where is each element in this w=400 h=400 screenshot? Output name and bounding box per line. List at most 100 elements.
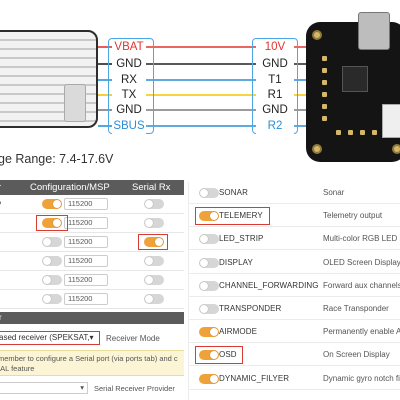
feature-name: TRANSPONDER xyxy=(219,304,282,313)
feature-name: AIRMODE xyxy=(219,327,258,337)
msp-baud-select[interactable]: 115200 xyxy=(64,293,108,305)
serial-provider-row: ▾ Serial Receiver Provider xyxy=(0,380,184,396)
feature-toggle[interactable] xyxy=(199,188,219,198)
feature-toggle[interactable] xyxy=(199,327,219,338)
feature-row: DISPLAY OLED Screen Display xyxy=(189,252,400,274)
port-row: 115200 xyxy=(0,252,184,271)
feature-row: TRANSPONDER Race Transponder xyxy=(189,298,400,320)
feature-name: CHANNEL_FORWARDING xyxy=(219,280,319,290)
receiver-mode-label: Receiver Mode xyxy=(106,334,160,343)
usb-c-port xyxy=(358,12,390,50)
msp-toggle[interactable] xyxy=(42,275,62,285)
msp-baud-select[interactable]: 115200 xyxy=(64,236,108,248)
solder-pad xyxy=(322,56,327,61)
feature-name: LED_STRIP xyxy=(219,234,264,244)
receiver-pin-label: TX xyxy=(112,88,146,103)
feature-toggle[interactable] xyxy=(199,304,219,314)
receiver-pin-label: GND xyxy=(112,103,146,118)
feature-highlight-box xyxy=(195,207,271,226)
feature-description: Telemetry output xyxy=(323,211,383,221)
msp-toggle[interactable] xyxy=(42,199,62,209)
fc-pin-label: GND xyxy=(256,57,294,72)
msp-toggle[interactable] xyxy=(42,294,62,304)
solder-pad xyxy=(372,130,377,135)
feature-toggle[interactable] xyxy=(199,257,219,268)
feature-description: Permanently enable Ai xyxy=(323,327,400,337)
serial-provider-label: Serial Receiver Provider xyxy=(94,384,175,393)
feature-name: DISPLAY xyxy=(219,257,253,267)
ports-table-header: r Configuration/MSP Serial Rx xyxy=(0,180,184,195)
column-header-identifier: r xyxy=(0,182,1,193)
feature-toggle[interactable] xyxy=(199,373,219,384)
feature-toggle[interactable] xyxy=(199,234,219,245)
note-line-2: IAL feature xyxy=(0,364,35,373)
port-row: 115200 xyxy=(0,233,184,252)
receiver-pin-label: GND xyxy=(112,57,146,72)
feature-row: DYNAMIC_FILYER Dynamic gyro notch filt xyxy=(189,368,400,390)
receiver-pin-label: RX xyxy=(112,73,146,88)
solder-pad xyxy=(322,116,327,121)
receiver-section-header: r xyxy=(0,312,184,324)
receiver-mode-select[interactable]: ased receiver (SPEKSAT,▾ xyxy=(0,331,100,345)
feature-name: DYNAMIC_FILYER xyxy=(219,373,290,383)
feature-row: OSD On Screen Display xyxy=(189,344,400,367)
column-header-serial-rx: Serial Rx xyxy=(132,182,171,193)
feature-row: AIRMODE Permanently enable Ai xyxy=(189,321,400,344)
solder-pad xyxy=(348,130,353,135)
solder-pad xyxy=(322,80,327,85)
feature-row: LED_STRIP Multi-color RGB LED s xyxy=(189,228,400,251)
flight-controller-image xyxy=(306,12,400,162)
feature-description: Dynamic gyro notch filt xyxy=(323,373,400,383)
feature-description: On Screen Display xyxy=(323,350,390,360)
serial-rx-toggle[interactable] xyxy=(144,294,164,304)
serial-rx-toggle[interactable] xyxy=(144,256,164,266)
receiver-mode-row: ased receiver (SPEKSAT,▾ Receiver Mode xyxy=(0,328,184,348)
msp-toggle[interactable] xyxy=(42,256,62,266)
feature-description: Sonar xyxy=(323,188,345,197)
features-panel: SONAR Sonar TELEMERY Telemetry output LED_ST… xyxy=(188,182,400,400)
receiver-pin-label: SBUS xyxy=(112,119,146,134)
voltage-range-text: ge Range: 7.4-17.6V xyxy=(0,152,114,166)
port-identifier: P xyxy=(0,200,1,209)
mount-hole xyxy=(392,144,400,154)
fc-pin-label: T1 xyxy=(256,73,294,88)
mount-hole xyxy=(312,144,322,154)
ports-panel: r Configuration/MSP Serial Rx P 115200 115… xyxy=(0,180,184,400)
feature-description: Race Transponder xyxy=(323,304,389,313)
note-line-1: member to configure a Serial port (via p… xyxy=(0,354,178,363)
serial-rx-toggle[interactable] xyxy=(144,199,164,209)
solder-pad xyxy=(322,68,327,73)
msp-baud-select[interactable]: 115200 xyxy=(64,255,108,267)
msp-baud-select[interactable]: 115200 xyxy=(64,198,108,210)
feature-row: CHANNEL_FORWARDING Forward aux channels xyxy=(189,275,400,297)
solder-pad xyxy=(322,92,327,97)
column-header-msp: Configuration/MSP xyxy=(30,182,110,193)
serial-rx-toggle[interactable] xyxy=(144,218,164,228)
feature-description: OLED Screen Display xyxy=(323,257,400,267)
fc-side-connector xyxy=(382,104,400,138)
feature-description: Multi-color RGB LED s xyxy=(323,234,400,244)
port-row: P 115200 xyxy=(0,195,184,214)
feature-name: SONAR xyxy=(219,188,248,197)
feature-highlight-box xyxy=(195,346,244,365)
fc-pin-label: 10V xyxy=(256,40,294,55)
fc-pin-label: R2 xyxy=(256,119,294,134)
feature-row: SONAR Sonar xyxy=(189,182,400,204)
solder-pad xyxy=(336,130,341,135)
solder-pad xyxy=(360,130,365,135)
serial-rx-toggle[interactable] xyxy=(144,275,164,285)
mount-hole xyxy=(312,30,322,40)
feature-description: Forward aux channels xyxy=(323,280,400,290)
msp-toggle[interactable] xyxy=(42,237,62,247)
port-row: 115200 xyxy=(0,214,184,233)
port-row: 115200 xyxy=(0,271,184,290)
msp-baud-select[interactable]: 115200 xyxy=(64,274,108,286)
fc-mcu-chip xyxy=(342,66,368,92)
msp-baud-select[interactable]: 115200 xyxy=(64,217,108,229)
serial-provider-select[interactable]: ▾ xyxy=(0,382,88,394)
port-row: 115200 xyxy=(0,290,184,309)
fc-pin-label: GND xyxy=(256,103,294,118)
fc-pin-label: R1 xyxy=(256,88,294,103)
feature-toggle[interactable] xyxy=(199,280,219,291)
serial-port-note: member to configure a Serial port (via p… xyxy=(0,350,184,376)
